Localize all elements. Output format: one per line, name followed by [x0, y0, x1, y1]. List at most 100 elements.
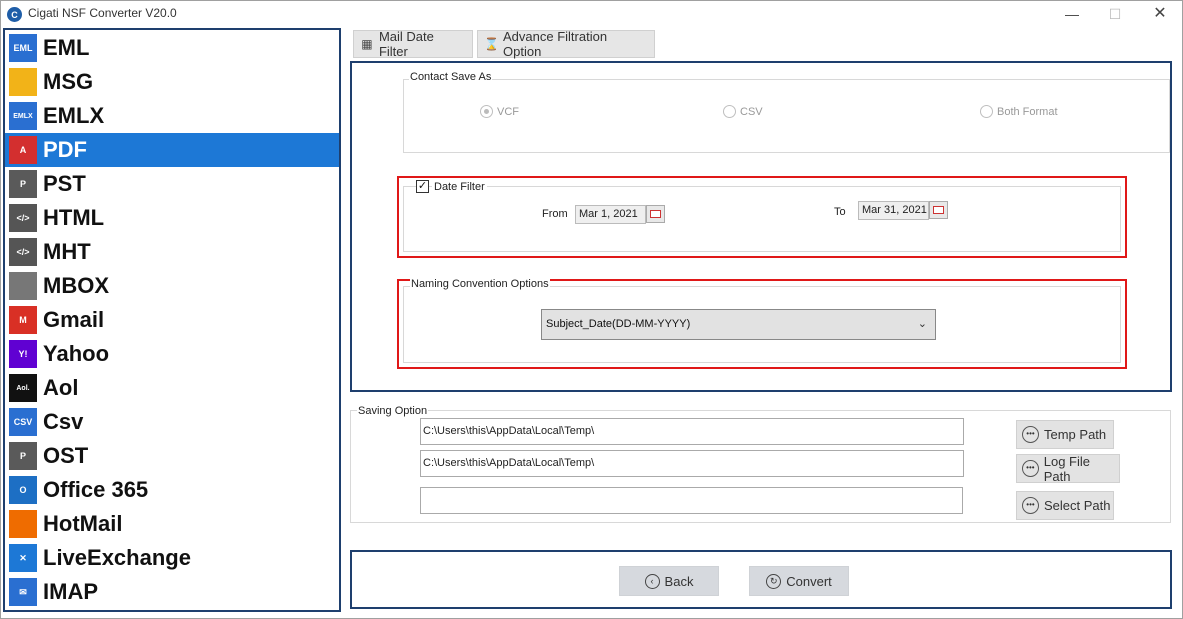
sidebar-item-liveexchange[interactable]: ✕ LiveExchange [5, 541, 339, 575]
sidebar-item-label: HotMail [43, 511, 123, 536]
temp-path-button[interactable]: ••• Temp Path [1016, 420, 1114, 449]
log-path-input[interactable]: C:\Users\this\AppData\Local\Temp\ [420, 450, 964, 477]
more-icon: ••• [1022, 426, 1039, 443]
to-calendar-button[interactable] [929, 201, 948, 219]
temp-path-input[interactable]: C:\Users\this\AppData\Local\Temp\ [420, 418, 964, 445]
contact-save-as-label: Contact Save As [409, 71, 493, 83]
button-label: Temp Path [1044, 427, 1107, 442]
radio-vcf[interactable]: VCF [480, 105, 519, 118]
chevron-down-icon: ⌄ [917, 318, 927, 330]
sidebar-item-label: MSG [43, 69, 94, 94]
from-calendar-button[interactable] [646, 205, 665, 223]
minimize-button[interactable]: — [1062, 5, 1082, 23]
sidebar-item-aol[interactable]: Aol. Aol [5, 371, 339, 405]
sidebar-item-imap[interactable]: ✉ IMAP [5, 575, 339, 609]
sidebar-item-gmail[interactable]: M Gmail [5, 303, 339, 337]
sidebar-item-label: LiveExchange [43, 545, 191, 570]
pdf-icon: A [9, 136, 37, 164]
calendar-icon [650, 210, 661, 218]
sidebar-item-pdf[interactable]: A PDF [5, 133, 339, 167]
imap-icon: ✉ [9, 578, 37, 606]
sidebar-item-mht[interactable]: </> MHT [5, 235, 339, 269]
html-icon: </> [9, 204, 37, 232]
calendar-icon [933, 206, 944, 214]
app-window: C Cigati NSF Converter V20.0 — ☐ ✕ EML EM… [0, 0, 1183, 619]
sidebar-item-label: EML [43, 35, 90, 60]
mht-icon: </> [9, 238, 37, 266]
from-label: From [542, 208, 568, 220]
select-value: Subject_Date(DD-MM-YYYY) [546, 318, 691, 330]
radio-label: Both Format [997, 105, 1058, 118]
sidebar-item-html[interactable]: </> HTML [5, 201, 339, 235]
back-button[interactable]: ‹ Back [619, 566, 719, 596]
tab-mail-date-filter[interactable]: ▦ Mail Date Filter [353, 29, 473, 59]
yahoo-icon: Y! [9, 340, 37, 368]
sidebar-item-ost[interactable]: P OST [5, 439, 339, 473]
sidebar-item-label: OST [43, 443, 89, 468]
aol-icon: Aol. [9, 374, 37, 402]
to-label: To [834, 206, 846, 218]
office365-icon: O [9, 476, 37, 504]
more-icon: ••• [1022, 497, 1039, 514]
sidebar-item-eml[interactable]: EML EML [5, 31, 339, 65]
action-panel: ‹ Back ↻ Convert [350, 550, 1172, 609]
radio-both-format[interactable]: Both Format [980, 105, 1058, 118]
sidebar-item-hotmail[interactable]: HotMail [5, 507, 339, 541]
button-label: Select Path [1044, 498, 1111, 513]
sidebar-item-csv[interactable]: CSV Csv [5, 405, 339, 439]
sidebar-item-label: Csv [43, 409, 84, 434]
sidebar-item-label: EMLX [43, 103, 105, 128]
pst-icon: P [9, 170, 37, 198]
sidebar-item-msg[interactable]: MSG [5, 65, 339, 99]
app-logo-icon: C [7, 7, 22, 22]
select-path-button[interactable]: ••• Select Path [1016, 491, 1114, 520]
close-button[interactable]: ✕ [1150, 5, 1170, 23]
sidebar-item-office-365[interactable]: O Office 365 [5, 473, 339, 507]
contact-save-as-group: Contact Save As VCF CSV Both Format [403, 71, 1170, 153]
date-filter-checkbox[interactable]: ✓ [416, 180, 429, 193]
sidebar-item-label: PST [43, 171, 86, 196]
sidebar-item-pst[interactable]: P PST [5, 167, 339, 201]
convert-button[interactable]: ↻ Convert [749, 566, 849, 596]
window-title: Cigati NSF Converter V20.0 [28, 6, 177, 20]
date-filter-highlight: ✓ Date Filter From Mar 1, 2021 To Mar 31… [397, 176, 1127, 258]
back-arrow-icon: ‹ [644, 573, 660, 589]
from-date-field[interactable]: Mar 1, 2021 [575, 205, 646, 224]
title-bar: C Cigati NSF Converter V20.0 — ☐ ✕ [1, 1, 1182, 27]
hotmail-icon [9, 510, 37, 538]
csv-icon: CSV [9, 408, 37, 436]
eml-icon: EML [9, 34, 37, 62]
radio-dot [980, 105, 993, 118]
convert-icon: ↻ [766, 573, 782, 589]
format-sidebar: EML EML MSG EMLX EMLX A PDF P PST </> HTML </> MHT MB… [3, 28, 341, 612]
log-file-path-button[interactable]: ••• Log File Path [1016, 454, 1120, 484]
saving-option-group: Saving Option C:\Users\this\AppData\Loca… [350, 405, 1171, 523]
button-label: Back [664, 573, 694, 589]
sidebar-item-label: MHT [43, 239, 91, 264]
sidebar-item-yahoo[interactable]: Y! Yahoo [5, 337, 339, 371]
naming-convention-select[interactable]: Subject_Date(DD-MM-YYYY) ⌄ [541, 309, 936, 340]
calendar-icon: ▦ [361, 37, 373, 51]
to-date-field[interactable]: Mar 31, 2021 [858, 201, 929, 220]
emlx-icon: EMLX [9, 102, 37, 130]
hourglass-icon: ⌛ [484, 37, 499, 51]
tab-label: Advance Filtration Option [503, 29, 608, 59]
naming-convention-highlight: Naming Convention Options Subject_Date(D… [397, 278, 1127, 369]
filter-panel: Contact Save As VCF CSV Both Format ✓ Da… [350, 61, 1172, 392]
mbox-icon [9, 272, 37, 300]
select-path-input[interactable] [420, 487, 963, 514]
radio-csv[interactable]: CSV [723, 105, 763, 118]
sidebar-item-label: Yahoo [43, 341, 110, 366]
sidebar-item-label: MBOX [43, 273, 109, 298]
tab-advance-filtration-option[interactable]: ⌛ Advance Filtration Option [477, 29, 655, 59]
sidebar-item-emlx[interactable]: EMLX EMLX [5, 99, 339, 133]
tab-label: Mail Date Filter [378, 29, 434, 59]
maximize-button[interactable]: ☐ [1105, 5, 1125, 23]
naming-convention-group: Naming Convention Options Subject_Date(D… [403, 278, 1121, 363]
envelope-icon [9, 68, 37, 96]
radio-dot [723, 105, 736, 118]
date-filter-label: Date Filter [432, 181, 487, 193]
sidebar-item-mbox[interactable]: MBOX [5, 269, 339, 303]
liveexchange-icon: ✕ [9, 544, 37, 572]
saving-option-label: Saving Option [357, 405, 429, 417]
